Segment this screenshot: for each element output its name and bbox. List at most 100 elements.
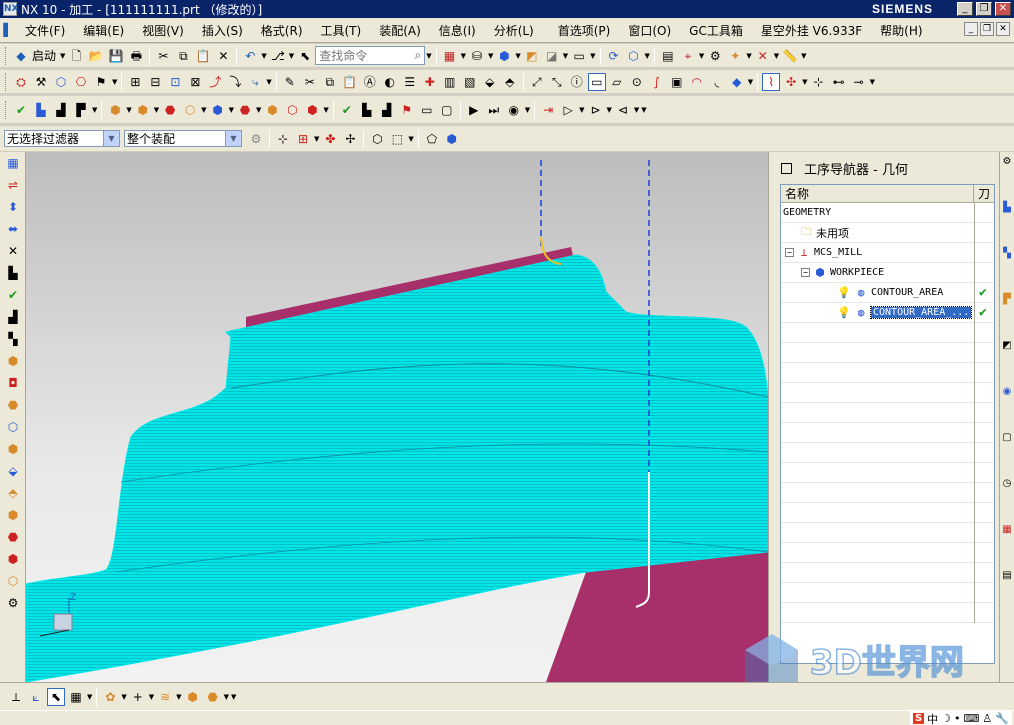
feature-icon[interactable]: ⬙ (481, 73, 499, 91)
graphics-window[interactable]: Z (26, 152, 768, 682)
open-folder-icon[interactable]: 📂 (87, 47, 105, 65)
menu-preferences[interactable]: 首选项(P) (549, 22, 620, 39)
chevron-down-icon[interactable]: ▼ (408, 135, 413, 143)
fixed-contour-icon[interactable]: ⬘ (4, 484, 22, 502)
plane-icon[interactable]: ▱ (608, 73, 626, 91)
nx-menu-icon[interactable]: ▌ (1, 21, 15, 39)
keyboard-icon[interactable]: ⌨ (964, 712, 980, 725)
palette-icon[interactable]: ▚ (4, 330, 22, 348)
web-browser-icon[interactable]: ◉ (1000, 384, 1014, 400)
crosshair-icon[interactable]: + (129, 688, 147, 706)
shop-docs-icon[interactable]: ▥ (441, 73, 459, 91)
chevron-down-icon[interactable]: ▼ (112, 78, 117, 86)
tree-row-contour-area-copy[interactable]: 💡 ◍ CONTOUR_AREA_... ✔ (781, 303, 994, 323)
solid-icon[interactable]: ⬢ (443, 130, 461, 148)
chevron-down-icon[interactable]: ▼ (314, 135, 319, 143)
mill-check-icon[interactable]: ▛ (72, 101, 90, 119)
program-order-view-icon[interactable]: ⊞ (126, 73, 144, 91)
postprocess-icon[interactable]: ✚ (421, 73, 439, 91)
mirror-icon[interactable]: ⊲ (614, 101, 632, 119)
selection-icon[interactable]: ⬉ (296, 47, 314, 65)
delete-icon[interactable]: ✕ (214, 47, 232, 65)
chevron-down-icon[interactable]: ▼ (645, 52, 650, 60)
hd3d-icon[interactable]: ◩ (1000, 338, 1014, 354)
ime-language[interactable]: 中 (927, 711, 938, 725)
mill-geometry-icon[interactable]: ⬡ (4, 418, 22, 436)
menu-gc-toolkit[interactable]: GC工具箱 (680, 22, 752, 39)
palette-icon[interactable]: ▦ (1000, 522, 1014, 538)
spline-icon[interactable]: ∫ (648, 73, 666, 91)
restore-button[interactable]: ❐ (976, 2, 992, 16)
fillet-icon[interactable]: ◟ (708, 73, 726, 91)
snap-control-icon[interactable]: ✤ (321, 130, 339, 148)
fit-icon[interactable]: ⬡ (625, 47, 643, 65)
chevron-down-icon[interactable]: ▼ (515, 52, 520, 60)
snap-intersection-icon[interactable]: ✢ (341, 130, 359, 148)
command-search-input[interactable]: 查找命令 ⌕ (315, 46, 426, 65)
user-icon[interactable]: ♙ (982, 712, 992, 725)
edit-object-icon[interactable]: ✎ (281, 73, 299, 91)
toolbar-grip[interactable] (5, 72, 8, 91)
flag-icon[interactable]: ⚑ (398, 101, 416, 119)
layer-settings-icon[interactable]: ▤ (659, 47, 677, 65)
collapse-icon[interactable]: − (801, 268, 810, 277)
chevron-down-icon[interactable]: ▼ (699, 52, 704, 60)
drill-icon[interactable]: ⬢ (263, 101, 281, 119)
chevron-down-icon[interactable]: ▼ (224, 693, 229, 701)
properties-icon[interactable]: ☰ (401, 73, 419, 91)
chevron-down-icon[interactable]: ▼ (579, 106, 584, 114)
save-icon[interactable]: 💾 (107, 47, 125, 65)
material-icon[interactable]: ✣ (782, 73, 800, 91)
paste-object-icon[interactable]: 📋 (341, 73, 359, 91)
info-icon[interactable]: ⓘ (568, 73, 586, 91)
chevron-down-icon[interactable]: ▼ (225, 131, 241, 146)
render-style-icon[interactable]: ⛁ (468, 47, 486, 65)
blank-icon[interactable]: ⬢ (134, 101, 152, 119)
search-icon[interactable]: ⌕ (414, 48, 421, 63)
transform-icon[interactable]: ⤡ (548, 73, 566, 91)
wcs-dynamic-icon[interactable]: ⟂ (7, 688, 25, 706)
menu-format[interactable]: 格式(R) (252, 22, 312, 39)
layout-icon[interactable]: ▦ (441, 47, 459, 65)
check-icon[interactable]: ✔ (4, 286, 22, 304)
create-method-icon[interactable]: ⎔ (72, 73, 90, 91)
cut-icon[interactable]: ✂ (154, 47, 172, 65)
chevron-down-icon[interactable]: ▼ (634, 106, 639, 114)
chevron-down-icon[interactable]: ▼ (266, 78, 271, 86)
edit-section-icon[interactable]: ◩ (523, 47, 541, 65)
rectangle-icon[interactable]: ▣ (668, 73, 686, 91)
orient-wcs-icon[interactable]: ⤢ (528, 73, 546, 91)
part-nav-icon[interactable]: ⬌ (4, 220, 22, 238)
program-icon[interactable]: ⬣ (4, 396, 22, 414)
doc-minimize-button[interactable]: _ (964, 22, 978, 36)
chevron-down-icon[interactable]: ▼ (525, 106, 530, 114)
rotate-icon[interactable]: ▷ (559, 101, 577, 119)
close-button[interactable]: ✕ (995, 2, 1011, 16)
menu-assembly[interactable]: 装配(A) (370, 22, 430, 39)
chevron-down-icon[interactable]: ▼ (87, 693, 92, 701)
tree-row-mcs-mill[interactable]: − ⟂ MCS_MILL (781, 243, 994, 263)
method-view-icon[interactable]: ⊠ (186, 73, 204, 91)
history-icon[interactable]: ▢ (1000, 430, 1014, 446)
doc-close-button[interactable]: ✕ (996, 22, 1010, 36)
cut-object-icon[interactable]: ✂ (301, 73, 319, 91)
punctuation-icon[interactable]: • (954, 712, 961, 725)
chevron-down-icon[interactable]: ▼ (461, 52, 466, 60)
move-icon[interactable]: ⇥ (539, 101, 557, 119)
create-program-icon[interactable]: ⛭ (12, 73, 30, 91)
contour-icon[interactable]: ⬡ (283, 101, 301, 119)
chevron-down-icon[interactable]: ▼ (748, 78, 753, 86)
menu-edit[interactable]: 编辑(E) (74, 22, 133, 39)
navigator-icon[interactable]: ▦ (4, 154, 22, 172)
constraint-icon[interactable]: ⇌ (4, 176, 22, 194)
color-icon[interactable]: ◆ (728, 73, 746, 91)
create-geometry-icon[interactable]: ⬡ (52, 73, 70, 91)
chevron-down-icon[interactable]: ▼ (590, 52, 595, 60)
chevron-down-icon[interactable]: ▼ (607, 106, 612, 114)
replay-icon[interactable]: ⤵ (226, 73, 244, 91)
pin-checkbox[interactable] (781, 162, 792, 174)
create-operation-icon[interactable]: ⚑ (92, 73, 110, 91)
clock-icon[interactable]: ◷ (1000, 476, 1014, 492)
selected-snap-icon[interactable]: ⬉ (47, 687, 65, 706)
zlevel-profile-icon[interactable]: ⬢ (4, 506, 22, 524)
